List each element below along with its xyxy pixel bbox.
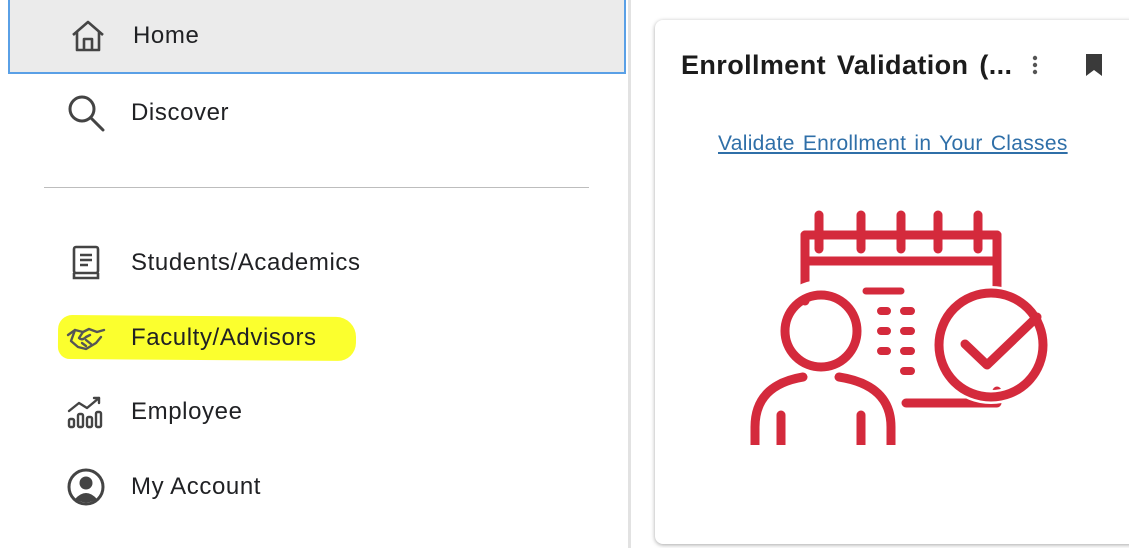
nav-item-label: Faculty/Advisors — [131, 324, 317, 351]
nav-item-label: Employee — [131, 398, 243, 425]
nav-item-label: My Account — [131, 473, 262, 500]
nav-divider — [44, 187, 589, 188]
nav-item-employee[interactable]: Employee — [8, 379, 626, 445]
card-title: Enrollment Validation (... — [681, 50, 1013, 80]
calendar-person-check-icon — [741, 205, 1061, 450]
nav-item-faculty-advisors[interactable]: Faculty/Advisors — [8, 305, 626, 371]
home-icon — [68, 16, 108, 56]
bookmark-icon[interactable] — [1083, 52, 1105, 78]
nav-item-my-account[interactable]: My Account — [8, 454, 626, 520]
validate-enrollment-link[interactable]: Validate Enrollment in Your Classes — [718, 132, 1068, 156]
nav-item-label: Home — [133, 22, 200, 49]
nav-item-students-academics[interactable]: Students/Academics — [8, 230, 626, 296]
book-icon — [66, 243, 106, 283]
account-circle-icon — [66, 467, 106, 507]
panel-separator — [628, 0, 631, 548]
nav-item-discover[interactable]: Discover — [8, 80, 626, 146]
handshake-icon — [66, 318, 106, 358]
nav-item-label: Students/Academics — [131, 249, 361, 276]
more-options-icon[interactable] — [1025, 52, 1045, 78]
enrollment-validation-card: Enrollment Validation (... Validate Enro… — [655, 20, 1129, 544]
nav-item-home[interactable]: Home — [8, 0, 626, 74]
side-navigation: Home Discover Students/Academics Faculty… — [0, 0, 628, 548]
nav-item-label: Discover — [131, 99, 230, 126]
search-icon — [66, 93, 106, 133]
chart-icon — [66, 392, 106, 432]
